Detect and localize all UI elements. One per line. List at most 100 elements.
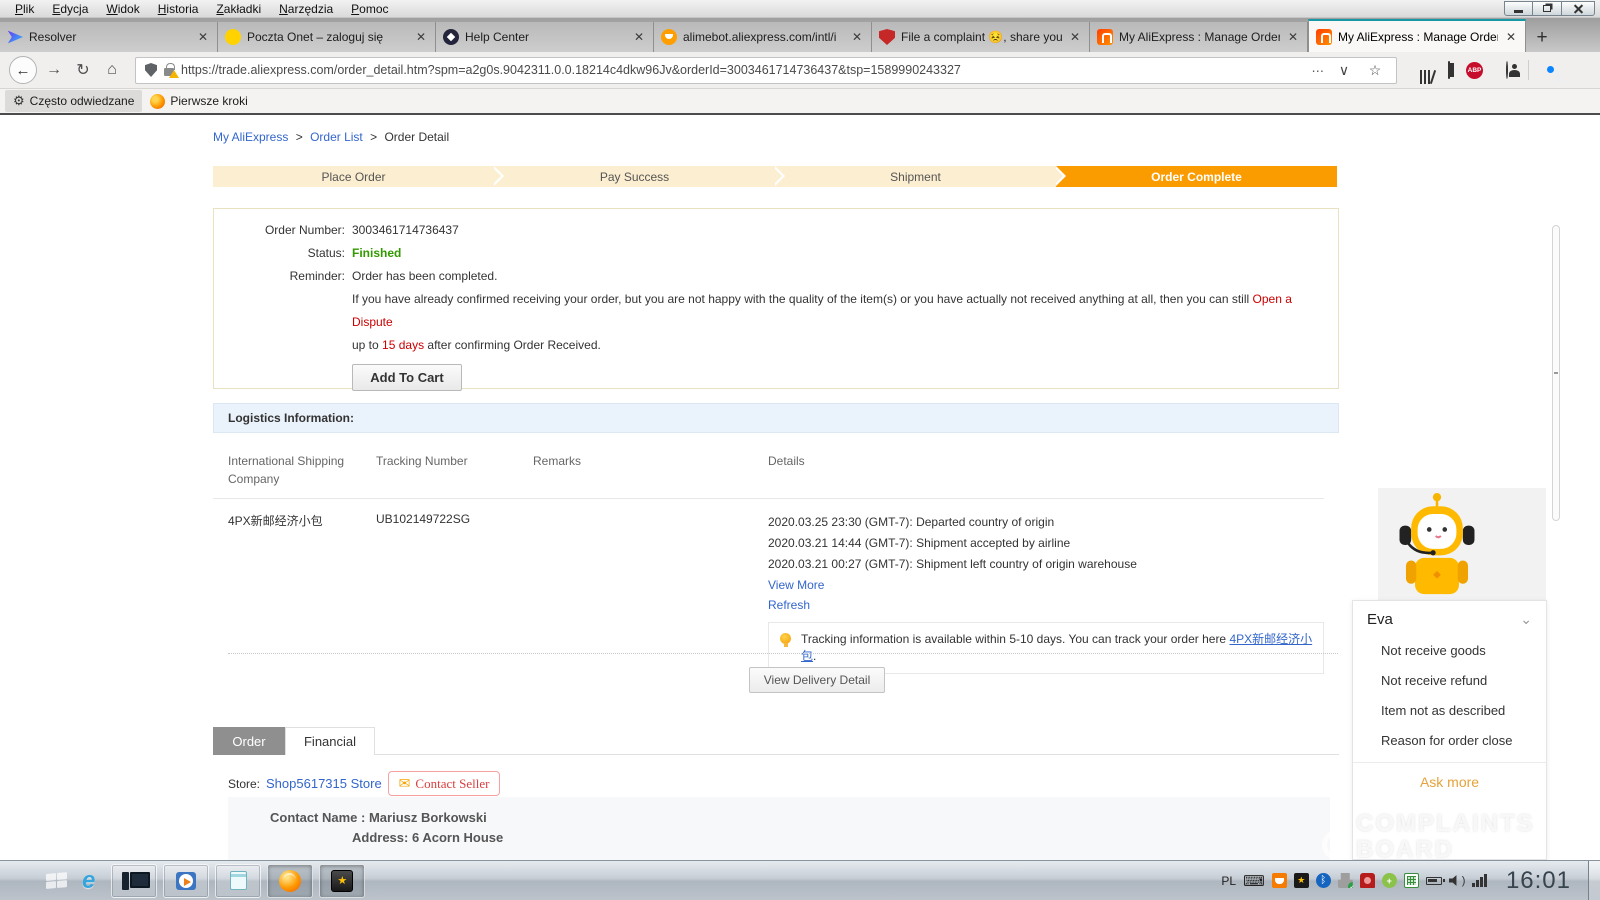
- breadcrumb-order-list[interactable]: Order List: [310, 130, 363, 144]
- order-summary-box: Order Number: 3003461714736437 Status: F…: [213, 208, 1339, 389]
- eva-ask-more-link[interactable]: Ask more: [1353, 774, 1546, 790]
- keyboard-icon[interactable]: ⌨: [1243, 872, 1265, 890]
- close-window-button[interactable]: [1562, 1, 1595, 16]
- store-link[interactable]: Shop5617315 Store: [266, 776, 382, 791]
- sidebar-icon[interactable]: [1437, 62, 1461, 78]
- alarm-tray-icon[interactable]: [1360, 873, 1375, 888]
- notepad-taskbar-button[interactable]: [215, 864, 261, 898]
- step-shipment: Shipment: [775, 166, 1056, 187]
- menu-zakladki[interactable]: Zakładki: [207, 1, 270, 17]
- menu-plik[interactable]: Plik: [6, 1, 43, 17]
- scrollbar-thumb[interactable]: [1552, 225, 1560, 521]
- menu-widok[interactable]: Widok: [97, 1, 148, 17]
- col-header-details: Details: [768, 446, 1324, 470]
- photo-app-tray-icon[interactable]: ★: [1294, 873, 1309, 888]
- photo-viewer-icon: ★: [331, 870, 353, 892]
- tab-close-icon[interactable]: ✕: [1504, 30, 1518, 44]
- media-player-taskbar-button[interactable]: [163, 864, 209, 898]
- refresh-link[interactable]: Refresh: [768, 595, 1324, 615]
- battery-icon[interactable]: [1426, 877, 1442, 885]
- eva-separator: [1353, 762, 1546, 763]
- tab-title: alimebot.aliexpress.com/intl/i: [683, 30, 844, 44]
- tab-close-icon[interactable]: ✕: [196, 30, 210, 44]
- add-to-cart-button[interactable]: Add To Cart: [352, 364, 462, 391]
- alime-tray-icon[interactable]: [1272, 873, 1287, 888]
- help-favicon: [443, 29, 459, 45]
- bookmark-frequently-visited[interactable]: ⚙ Często odwiedzane: [5, 90, 142, 112]
- tab-alimebot[interactable]: alimebot.aliexpress.com/intl/i ✕: [654, 22, 872, 52]
- breadcrumb-my-aliexpress[interactable]: My AliExpress: [213, 130, 288, 144]
- my-computer-taskbar-button[interactable]: [111, 864, 157, 898]
- firefox-taskbar-button[interactable]: [267, 864, 313, 898]
- tab-close-icon[interactable]: ✕: [1068, 30, 1082, 44]
- tab-help-center[interactable]: Help Center ✕: [436, 22, 654, 52]
- forward-button[interactable]: →: [42, 61, 66, 79]
- minimize-button[interactable]: [1504, 1, 1533, 16]
- pocket-icon[interactable]: ∨: [1332, 62, 1356, 79]
- account-glyph: [1506, 61, 1508, 79]
- dotted-divider: [228, 653, 1338, 654]
- col-header-remarks: Remarks: [533, 446, 733, 470]
- start-button[interactable]: [46, 872, 68, 890]
- menu-bar: Plik Edycja Widok Historia Zakładki Narz…: [0, 0, 1600, 18]
- usb-icon[interactable]: ✓: [1338, 873, 1353, 888]
- contact-seller-button[interactable]: ✉ Contact Seller: [388, 771, 501, 796]
- tab-file-complaint[interactable]: File a complaint 😣, share you ✕: [872, 22, 1090, 52]
- view-more-link[interactable]: View More: [768, 575, 1324, 595]
- eva-item-not-receive-refund[interactable]: Not receive refund: [1381, 674, 1546, 688]
- tab-close-icon[interactable]: ✕: [632, 30, 646, 44]
- mixed-content-lock-icon[interactable]: [164, 68, 174, 76]
- tab-aliexpress-orders-1[interactable]: My AliExpress : Manage Orders ✕: [1090, 22, 1308, 52]
- restore-button[interactable]: [1533, 1, 1562, 16]
- taskbar-clock[interactable]: 16:01: [1506, 867, 1571, 895]
- menu-historia[interactable]: Historia: [149, 1, 208, 17]
- volume-icon[interactable]: [1449, 875, 1460, 887]
- bookmark-getting-started[interactable]: Pierwsze kroki: [142, 91, 255, 112]
- url-text[interactable]: https://trade.aliexpress.com/order_detai…: [181, 63, 1305, 77]
- network-signal-icon[interactable]: [1472, 874, 1487, 887]
- tab-close-icon[interactable]: ✕: [414, 30, 428, 44]
- tab-aliexpress-orders-active[interactable]: My AliExpress : Manage Orders ✕: [1308, 19, 1526, 52]
- col-header-shipping-company: International Shipping Company: [228, 446, 358, 488]
- spreadsheet-tray-icon[interactable]: [1404, 873, 1419, 888]
- store-label: Store:: [228, 777, 260, 791]
- antivirus-tray-icon[interactable]: +: [1382, 873, 1397, 888]
- adblock-icon[interactable]: ABP: [1466, 62, 1490, 79]
- page-actions-icon[interactable]: ⋯: [1312, 63, 1326, 78]
- menu-narzedzia[interactable]: Narzędzia: [270, 1, 342, 17]
- tab-close-icon[interactable]: ✕: [850, 30, 864, 44]
- tab-resolver[interactable]: Resolver ✕: [0, 22, 218, 52]
- bookmark-star-icon[interactable]: ☆: [1363, 62, 1387, 79]
- reload-button[interactable]: ↻: [71, 60, 95, 80]
- language-indicator[interactable]: PL: [1221, 874, 1236, 888]
- eva-item-order-close[interactable]: Reason for order close: [1381, 734, 1546, 748]
- step-pay-success: Pay Success: [494, 166, 775, 187]
- aliexpress-favicon: [1316, 29, 1332, 45]
- url-bar[interactable]: https://trade.aliexpress.com/order_detai…: [135, 57, 1397, 84]
- tab-poczta-onet[interactable]: Poczta Onet – zaloguj się ✕: [218, 22, 436, 52]
- menu-edycja[interactable]: Edycja: [43, 1, 97, 17]
- breadcrumb-separator: >: [296, 130, 303, 144]
- status-value: Finished: [352, 242, 401, 265]
- internet-explorer-icon[interactable]: e: [82, 867, 95, 895]
- chevron-down-icon[interactable]: ⌄: [1520, 611, 1532, 628]
- aliexpress-favicon: [1097, 29, 1113, 45]
- new-tab-button[interactable]: +: [1526, 24, 1558, 52]
- eva-item-not-as-described[interactable]: Item not as described: [1381, 704, 1546, 718]
- tracking-protection-icon[interactable]: [145, 63, 157, 77]
- eva-robot-mascot[interactable]: [1398, 492, 1476, 601]
- menu-pomoc[interactable]: Pomoc: [342, 1, 397, 17]
- back-button[interactable]: ←: [9, 56, 37, 84]
- view-delivery-detail-button[interactable]: View Delivery Detail: [749, 667, 885, 693]
- account-icon[interactable]: [1495, 62, 1519, 78]
- tab-close-icon[interactable]: ✕: [1286, 30, 1300, 44]
- envelope-icon: ✉: [399, 775, 411, 792]
- tab-financial[interactable]: Financial: [285, 727, 375, 755]
- tab-order[interactable]: Order: [213, 727, 285, 755]
- eva-item-not-receive-goods[interactable]: Not receive goods: [1381, 644, 1546, 658]
- photo-viewer-taskbar-button[interactable]: ★: [319, 864, 365, 898]
- show-desktop-button[interactable]: [1588, 861, 1600, 900]
- home-button[interactable]: ⌂: [100, 61, 124, 79]
- dispute-paragraph: If you have already confirmed receiving …: [352, 288, 1327, 357]
- bluetooth-icon[interactable]: ᛒ: [1316, 873, 1331, 888]
